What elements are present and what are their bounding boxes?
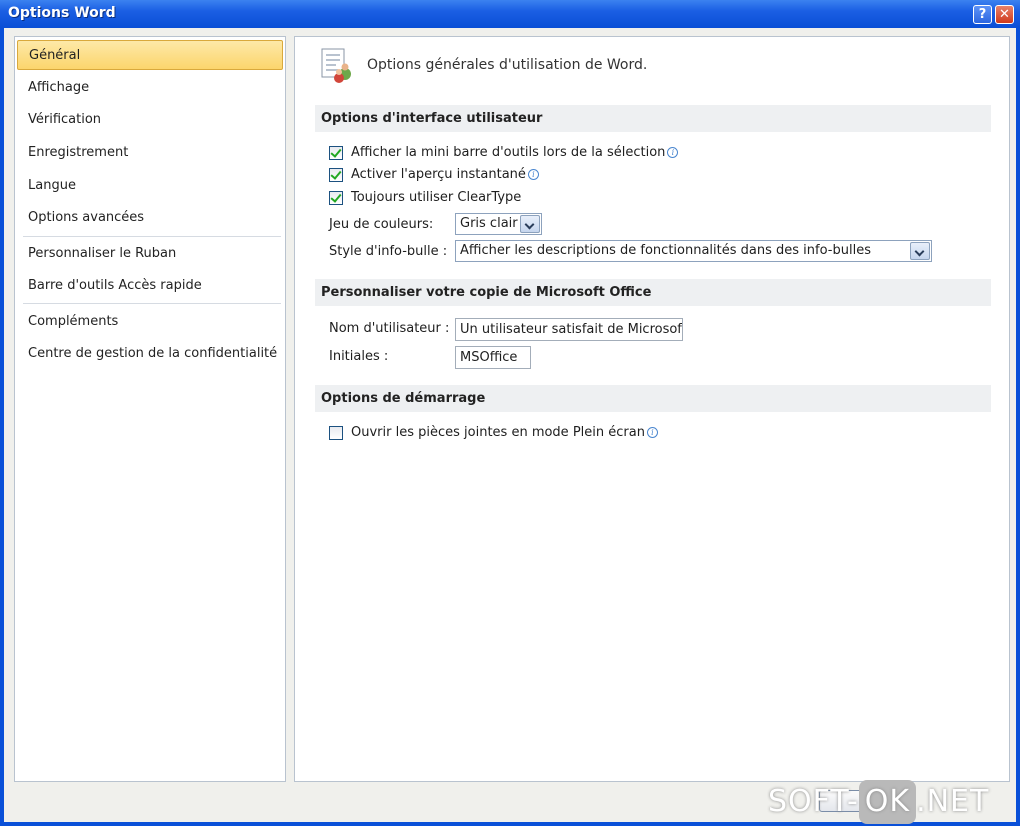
fullscreen-attachments-label: Ouvrir les pièces jointes en mode Plein … bbox=[351, 425, 645, 440]
nav-item-language[interactable]: Langue bbox=[17, 171, 283, 201]
general-options-panel: Options générales d'utilisation de Word.… bbox=[294, 36, 1010, 782]
title-bar: Options Word ? ✕ bbox=[0, 0, 1020, 28]
mini-toolbar-checkbox[interactable] bbox=[329, 146, 343, 160]
nav-item-advanced[interactable]: Options avancées bbox=[17, 203, 283, 233]
cleartype-checkbox[interactable] bbox=[329, 191, 343, 205]
info-icon[interactable]: i bbox=[527, 169, 539, 180]
category-nav: Général Affichage Vérification Enregistr… bbox=[14, 36, 286, 782]
initials-label: Initiales : bbox=[329, 349, 389, 364]
cleartype-label: Toujours utiliser ClearType bbox=[351, 190, 522, 205]
help-button[interactable]: ? bbox=[973, 5, 992, 24]
color-scheme-select[interactable]: Gris clair bbox=[455, 213, 542, 235]
options-word-window: Options Word ? ✕ Général Affichage Vérif… bbox=[0, 0, 1020, 826]
tooltip-style-value: Afficher les descriptions de fonctionnal… bbox=[460, 243, 871, 258]
mini-toolbar-label: Afficher la mini barre d'outils lors de … bbox=[351, 145, 666, 160]
section-personalize: Personnaliser votre copie de Microsoft O… bbox=[315, 279, 991, 306]
watermark-suffix: .NET bbox=[916, 784, 990, 819]
username-label: Nom d'utilisateur : bbox=[329, 321, 450, 336]
nav-item-proofing[interactable]: Vérification bbox=[17, 105, 283, 135]
color-scheme-label: Jeu de couleurs: bbox=[329, 217, 434, 232]
username-field[interactable]: Un utilisateur satisfait de Microsoft bbox=[455, 318, 683, 341]
nav-item-addins[interactable]: Compléments bbox=[17, 307, 283, 337]
tooltip-style-label: Style d'info-bulle : bbox=[329, 244, 448, 259]
general-options-icon bbox=[321, 48, 351, 83]
chevron-down-icon[interactable] bbox=[520, 215, 540, 233]
nav-item-customize-ribbon[interactable]: Personnaliser le Ruban bbox=[17, 239, 283, 269]
section-ui-options: Options d'interface utilisateur bbox=[315, 105, 991, 132]
nav-item-save[interactable]: Enregistrement bbox=[17, 138, 283, 168]
nav-item-trust-center[interactable]: Centre de gestion de la confidentialité bbox=[17, 339, 283, 369]
nav-item-general[interactable]: Général bbox=[17, 40, 283, 70]
fullscreen-attachments-checkbox[interactable] bbox=[329, 426, 343, 440]
info-icon[interactable]: i bbox=[646, 427, 658, 438]
color-scheme-value: Gris clair bbox=[460, 216, 518, 231]
watermark-prefix: SOFT- bbox=[768, 784, 859, 819]
window-title: Options Word bbox=[8, 5, 116, 21]
info-icon[interactable]: i bbox=[667, 147, 679, 158]
nav-separator bbox=[23, 303, 281, 304]
initials-field[interactable]: MSOffice bbox=[455, 346, 531, 369]
live-preview-label: Activer l'aperçu instantané bbox=[351, 167, 526, 182]
chevron-down-icon[interactable] bbox=[910, 242, 930, 260]
live-preview-checkbox[interactable] bbox=[329, 168, 343, 182]
nav-item-quick-access-toolbar[interactable]: Barre d'outils Accès rapide bbox=[17, 271, 283, 301]
tooltip-style-select[interactable]: Afficher les descriptions de fonctionnal… bbox=[455, 240, 932, 262]
watermark-middle: OK bbox=[858, 780, 917, 824]
watermark-logo: SOFT- OK .NET bbox=[768, 780, 989, 826]
close-button[interactable]: ✕ bbox=[995, 5, 1014, 24]
panel-heading: Options générales d'utilisation de Word. bbox=[367, 57, 648, 73]
section-startup: Options de démarrage bbox=[315, 385, 991, 412]
nav-item-display[interactable]: Affichage bbox=[17, 73, 283, 103]
dialog-client-area: Général Affichage Vérification Enregistr… bbox=[4, 28, 1016, 822]
nav-separator bbox=[23, 236, 281, 237]
